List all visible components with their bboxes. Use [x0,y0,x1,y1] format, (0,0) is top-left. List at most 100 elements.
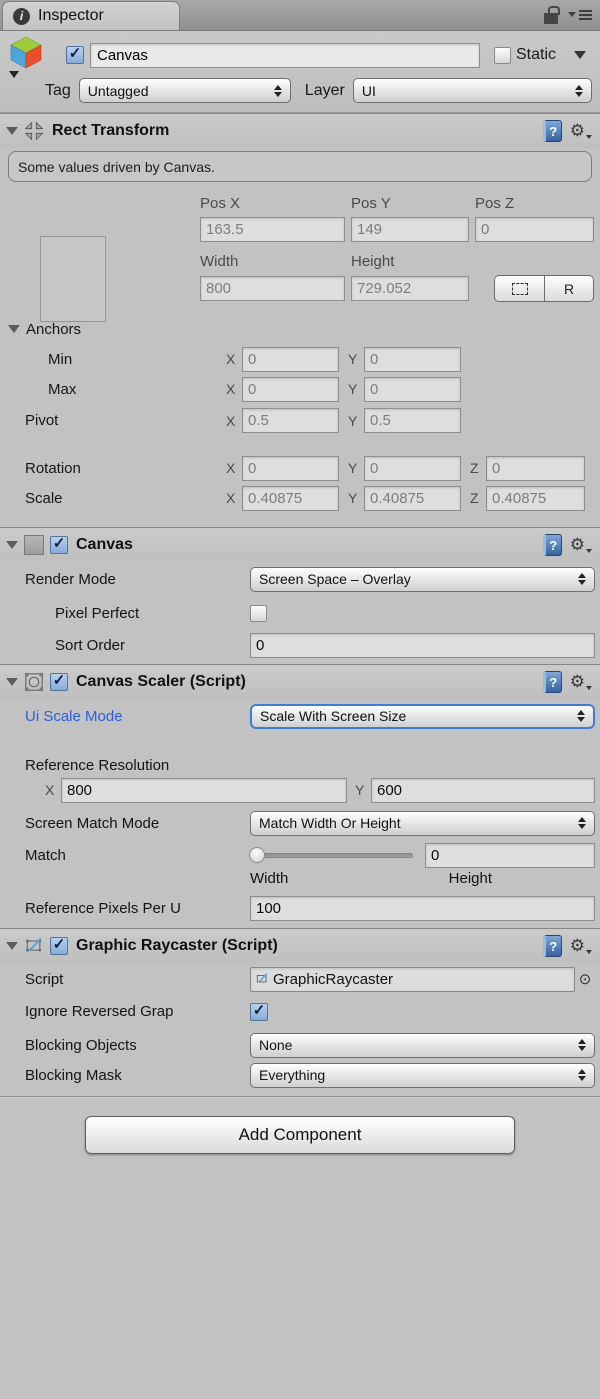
anchors-foldout-icon[interactable] [8,325,20,333]
graphic-raycaster-header[interactable]: ✓ Graphic Raycaster (Script) ? ⚙ [0,929,600,963]
ui-scale-mode-label: Ui Scale Mode [25,708,250,725]
reference-resolution-label: Reference Resolution [0,747,600,774]
lock-icon[interactable] [544,13,558,24]
pos-y-field[interactable]: 149 [351,217,469,242]
help-icon[interactable]: ? [543,120,562,142]
dropdown-arrows-icon [577,710,585,722]
dropdown-arrows-icon [578,1039,586,1051]
anchors-max-x-field[interactable]: 0 [242,377,339,402]
scale-label: Scale [25,490,226,507]
canvas-scaler-header[interactable]: ✓ Canvas Scaler (Script) ? ⚙ [0,665,600,699]
pivot-x-field[interactable]: 0.5 [242,408,339,433]
axis-z-label: Z [470,460,482,476]
sort-order-field[interactable]: 0 [250,633,595,658]
gear-icon[interactable]: ⚙ [570,122,592,140]
canvas-header[interactable]: ✓ Canvas ? ⚙ [0,528,600,562]
inspector-footer: Add Component [0,1096,600,1154]
scale-y-field[interactable]: 0.40875 [364,486,461,511]
static-label: Static [516,46,556,64]
ui-scale-mode-dropdown[interactable]: Scale With Screen Size [250,704,595,729]
gameobject-dropdown-arrow-icon[interactable] [9,71,19,78]
graphic-raycaster-enabled-checkbox[interactable]: ✓ [50,937,68,955]
match-height-label: Height [449,870,492,894]
rotation-y-field[interactable]: 0 [364,456,461,481]
tag-value: Untagged [88,83,268,99]
active-checkbox[interactable]: ✓ [66,46,84,64]
axis-x-label: X [45,782,57,798]
scale-z-field[interactable]: 0.40875 [486,486,585,511]
reference-pixels-label: Reference Pixels Per U [25,900,250,917]
ignore-reversed-graphics-checkbox[interactable]: ✓ [250,1003,268,1021]
raw-edit-mode-button[interactable]: R [544,275,594,302]
pos-z-label: Pos Z [475,190,594,214]
axis-z-label: Z [470,490,482,506]
foldout-icon[interactable] [6,127,18,135]
help-icon[interactable]: ? [543,671,562,693]
script-label: Script [25,971,250,988]
rotation-label: Rotation [25,460,226,477]
blocking-objects-dropdown[interactable]: None [250,1033,595,1058]
component-title: Rect Transform [52,122,537,140]
anchors-min-y-field[interactable]: 0 [364,347,461,372]
axis-x-label: X [226,351,238,367]
ignore-reversed-graphics-label: Ignore Reversed Grap [25,1003,250,1020]
object-picker-icon[interactable]: ⊙ [575,970,595,988]
tab-inspector[interactable]: i Inspector [2,1,180,30]
height-field[interactable]: 729.052 [351,276,469,301]
width-field[interactable]: 800 [200,276,345,301]
static-dropdown-arrow-icon[interactable] [574,51,586,59]
layer-label: Layer [305,82,345,100]
rect-transform-header[interactable]: Rect Transform ? ⚙ [0,114,600,148]
canvas-icon [24,535,44,555]
render-mode-dropdown[interactable]: Screen Space – Overlay [250,567,595,592]
anchors-min-x-field[interactable]: 0 [242,347,339,372]
match-field[interactable]: 0 [425,843,595,868]
reference-resolution-y-field[interactable]: 600 [371,778,595,803]
slider-track[interactable] [250,853,413,858]
pos-z-field[interactable]: 0 [475,217,594,242]
screen-match-mode-dropdown[interactable]: Match Width Or Height [250,811,595,836]
rotation-z-field[interactable]: 0 [486,456,585,481]
slider-knob[interactable] [249,847,265,863]
pos-x-field[interactable]: 163.5 [200,217,345,242]
gear-icon[interactable]: ⚙ [570,536,592,554]
reference-resolution-x-field[interactable]: 800 [61,778,347,803]
anchors-max-y-field[interactable]: 0 [364,377,461,402]
gear-icon[interactable]: ⚙ [570,937,592,955]
tag-dropdown[interactable]: Untagged [79,78,291,103]
pixel-perfect-checkbox[interactable] [250,605,267,622]
script-object-field[interactable]: GraphicRaycaster [250,967,575,992]
help-icon[interactable]: ? [543,935,562,957]
check-icon: ✓ [53,676,66,686]
reference-pixels-field[interactable]: 100 [250,896,595,921]
blocking-mask-dropdown[interactable]: Everything [250,1063,595,1088]
blocking-objects-label: Blocking Objects [25,1037,250,1054]
static-checkbox[interactable] [494,47,511,64]
anchors-min-label: Min [48,351,226,368]
match-slider[interactable] [250,847,413,863]
add-component-button[interactable]: Add Component [85,1116,515,1154]
canvas-scaler-component: ✓ Canvas Scaler (Script) ? ⚙ Ui Scale Mo… [0,664,600,928]
rotation-x-field[interactable]: 0 [242,456,339,481]
anchor-preview[interactable] [40,236,106,322]
axis-x-label: X [226,460,238,476]
blocking-mask-label: Blocking Mask [25,1067,250,1084]
blueprint-mode-button[interactable] [494,275,544,302]
driven-values-notice: Some values driven by Canvas. [8,151,592,182]
name-field[interactable]: Canvas [90,43,480,68]
foldout-icon[interactable] [6,942,18,950]
gear-icon[interactable]: ⚙ [570,673,592,691]
help-icon[interactable]: ? [543,534,562,556]
dropdown-arrows-icon [578,573,586,585]
canvas-scaler-enabled-checkbox[interactable]: ✓ [50,673,68,691]
canvas-enabled-checkbox[interactable]: ✓ [50,536,68,554]
component-title: Canvas [76,536,537,554]
pivot-y-field[interactable]: 0.5 [364,408,461,433]
scale-x-field[interactable]: 0.40875 [242,486,339,511]
hamburger-icon [579,8,592,22]
layer-dropdown[interactable]: UI [353,78,592,103]
pos-y-label: Pos Y [351,190,469,214]
foldout-icon[interactable] [6,541,18,549]
foldout-icon[interactable] [6,678,18,686]
panel-menu-icon[interactable] [568,8,592,22]
